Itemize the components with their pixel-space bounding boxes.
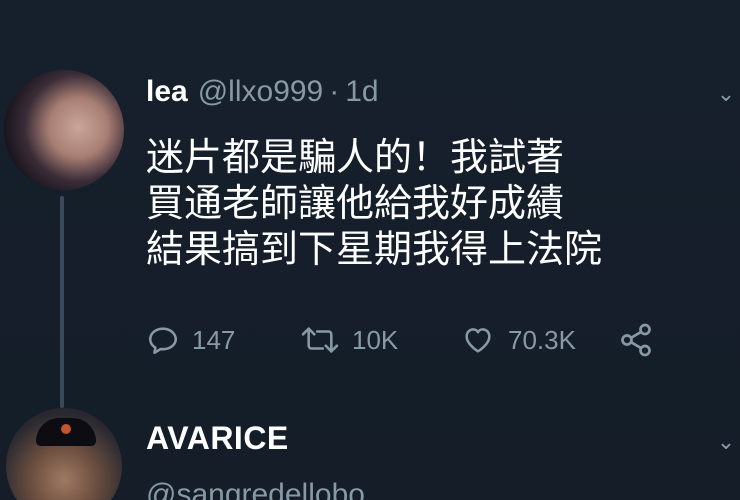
retweet-button[interactable]: 10K <box>300 318 398 362</box>
avatar[interactable] <box>6 408 122 500</box>
thread-line <box>60 196 64 408</box>
cap-logo <box>61 424 71 434</box>
share-button[interactable] <box>618 318 666 362</box>
tweet-text-line: 買通老師讓他給我好成績 <box>146 181 565 225</box>
tweet-text: 迷片都是騙人的！我試著 買通老師讓他給我好成績 結果搞到下星期我得上法院 <box>146 134 716 272</box>
tweet-actions: 147 10K 70.3K <box>146 318 666 362</box>
reply-button[interactable]: 147 <box>146 318 235 362</box>
timeline: lea @llxo999 · 1d ⌄ 迷片都是騙人的！我試著 買通老師讓他給我… <box>0 0 740 500</box>
heart-icon <box>465 328 491 353</box>
tweet-age[interactable]: 1d <box>345 75 378 109</box>
tweet-text-line: 結果搞到下星期我得上法院 <box>146 227 603 271</box>
tweet-header: lea @llxo999 · 1d <box>146 72 379 112</box>
share-icon <box>621 323 651 357</box>
chevron-down-icon[interactable]: ⌄ <box>716 431 736 453</box>
reply-icon <box>148 327 178 355</box>
user-handle[interactable]: @llxo999 <box>198 75 324 109</box>
retweet-icon <box>301 327 339 353</box>
separator-dot: · <box>329 75 340 108</box>
chevron-down-icon[interactable]: ⌄ <box>716 83 736 105</box>
display-name[interactable]: lea <box>146 75 188 109</box>
display-name[interactable]: AVARICE <box>146 420 289 457</box>
reply-count: 147 <box>192 324 236 355</box>
retweet-count: 10K <box>352 324 399 355</box>
user-handle[interactable]: @sangredellobo <box>146 478 365 500</box>
tweet-text-line: 迷片都是騙人的！我試著 <box>146 135 565 179</box>
avatar[interactable] <box>4 70 124 190</box>
like-button[interactable]: 70.3K <box>460 318 576 362</box>
like-count: 70.3K <box>508 324 576 355</box>
